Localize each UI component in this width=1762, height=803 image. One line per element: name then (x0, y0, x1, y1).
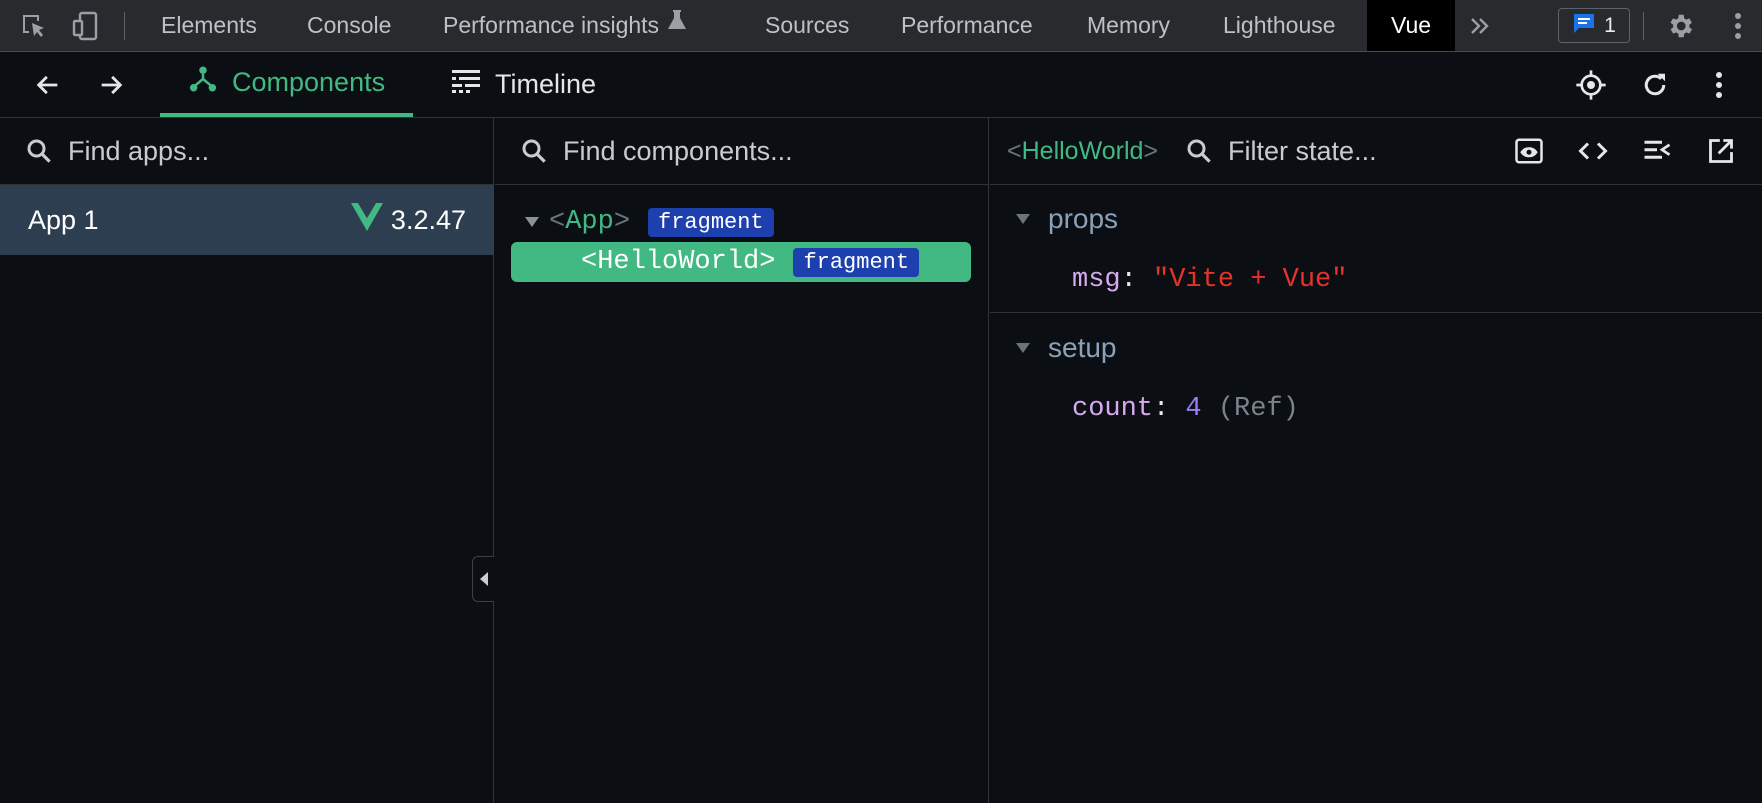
inspect-element-icon[interactable] (18, 10, 50, 42)
app-version-group: 3.2.47 (350, 202, 466, 238)
component-tree-icon (188, 64, 218, 101)
tree-node-app[interactable]: < App > fragment (511, 202, 971, 242)
component-name: HelloWorld (1021, 136, 1144, 165)
settings-gear-icon[interactable] (1664, 10, 1696, 42)
tab-components[interactable]: Components (160, 52, 414, 117)
search-icon (1182, 134, 1216, 168)
collapse-pane-handle[interactable] (472, 556, 494, 602)
vue-logo-icon (350, 202, 383, 238)
tab-timeline-label: Timeline (495, 69, 597, 99)
state-colon: : (1120, 265, 1137, 295)
tab-vue[interactable]: Vue (1367, 0, 1456, 51)
props-section: props msg: "Vite + Vue" (990, 185, 1762, 313)
tag-close-bracket: > (613, 207, 631, 237)
tab-performance[interactable]: Performance (901, 0, 1033, 51)
state-value: "Vite + Vue" (1153, 265, 1348, 295)
refresh-icon[interactable] (1639, 69, 1671, 101)
show-render-code-icon[interactable] (1641, 135, 1673, 167)
setup-section-header[interactable]: setup (1016, 332, 1117, 364)
tab-timeline[interactable]: Timeline (423, 52, 624, 117)
fragment-badge: fragment (793, 247, 920, 277)
toolbar-divider (1643, 12, 1644, 40)
state-inspector-pane: <HelloWorld> props msg: "Vite + Vue" set… (990, 118, 1762, 803)
tag-open-bracket: < (581, 247, 598, 277)
fragment-badge: fragment (648, 207, 774, 237)
device-toolbar-icon[interactable] (70, 10, 102, 42)
tab-performance-insights-label: Performance insights (443, 12, 660, 38)
component-name: App (565, 207, 614, 237)
vue-devtools-toolbar: Components Timeline (0, 52, 1762, 118)
toolbar-divider (124, 12, 125, 40)
timeline-icon (451, 68, 481, 101)
issues-badge[interactable]: 1 (1558, 8, 1630, 43)
tag-open-bracket: < (549, 207, 566, 237)
tab-components-label: Components (232, 67, 386, 97)
state-key: count (1072, 394, 1154, 424)
issues-count: 1 (1604, 13, 1616, 37)
search-icon (22, 134, 56, 168)
state-colon: : (1153, 394, 1170, 424)
tab-performance-insights[interactable]: Performance insights (443, 0, 687, 51)
more-options-icon[interactable] (1703, 69, 1735, 101)
scroll-to-component-eye-icon[interactable] (1513, 135, 1545, 167)
more-tabs-chevron-icon[interactable] (1464, 10, 1496, 42)
apps-pane: App 1 3.2.47 (0, 118, 494, 803)
selected-component-name: <HelloWorld> (1007, 137, 1158, 166)
open-in-editor-icon[interactable] (1705, 135, 1737, 167)
devtools-tab-bar: Elements Console Performance insights So… (0, 0, 1762, 52)
components-search-row (495, 118, 988, 185)
ref-annotation: (Ref) (1217, 394, 1299, 424)
state-value: 4 (1185, 394, 1202, 424)
tag-close-bracket: > (759, 247, 776, 277)
back-arrow-icon[interactable] (32, 69, 64, 101)
component-tree-pane: <App> fragment <HelloWorld> fragment (495, 118, 989, 803)
tab-lighthouse[interactable]: Lighthouse (1223, 0, 1336, 51)
collapse-caret-icon[interactable] (1016, 214, 1030, 224)
props-section-header[interactable]: props (1016, 203, 1118, 235)
tab-console[interactable]: Console (307, 0, 391, 51)
tree-node-helloworld[interactable]: < HelloWorld > fragment (511, 242, 971, 282)
expand-caret-icon[interactable] (525, 217, 539, 227)
filter-state-input[interactable] (1228, 135, 1469, 167)
inspect-dom-code-icon[interactable] (1577, 135, 1609, 167)
state-key: msg (1072, 265, 1121, 295)
find-components-input[interactable] (563, 135, 923, 167)
select-component-target-icon[interactable] (1575, 69, 1607, 101)
experiment-flask-icon (667, 0, 687, 49)
message-icon (1572, 11, 1596, 41)
app-list-item[interactable]: App 1 3.2.47 (0, 185, 494, 255)
tag-close-bracket: > (1143, 136, 1159, 165)
app-name: App 1 (28, 204, 99, 235)
search-icon (517, 134, 551, 168)
forward-arrow-icon[interactable] (95, 69, 127, 101)
vue-version: 3.2.47 (390, 204, 466, 235)
state-entry-count[interactable]: count: 4 (Ref) (1072, 394, 1299, 424)
section-title: props (1048, 203, 1119, 234)
state-entry-msg[interactable]: msg: "Vite + Vue" (1072, 265, 1347, 295)
state-inspector-header: <HelloWorld> (990, 118, 1762, 185)
chevron-left-icon (479, 572, 488, 586)
setup-section: setup count: 4 (Ref) (990, 314, 1762, 442)
customize-menu-icon[interactable] (1722, 10, 1754, 42)
tab-sources[interactable]: Sources (765, 0, 849, 51)
component-name: HelloWorld (597, 247, 760, 277)
collapse-caret-icon[interactable] (1016, 343, 1030, 353)
apps-search-row (0, 118, 493, 185)
tag-open-bracket: < (1007, 136, 1022, 165)
find-apps-input[interactable] (68, 135, 428, 167)
tab-memory[interactable]: Memory (1087, 0, 1170, 51)
section-title: setup (1048, 332, 1117, 363)
tab-elements[interactable]: Elements (161, 0, 257, 51)
